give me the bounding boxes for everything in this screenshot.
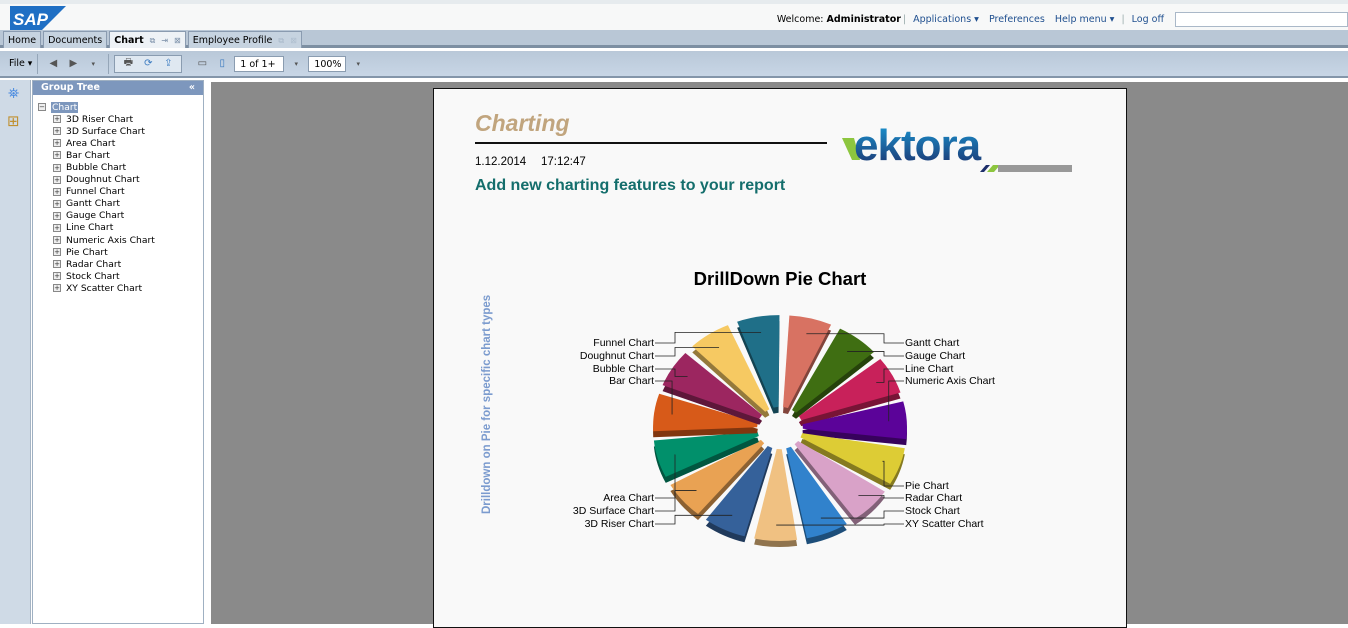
pie-slice-label[interactable]: Pie Chart (905, 480, 949, 492)
pie-slice-label[interactable]: Gantt Chart (905, 337, 959, 349)
pie-slice-label[interactable]: Area Chart (603, 492, 654, 504)
pie-slice-label[interactable]: 3D Riser Chart (585, 518, 654, 530)
pie-slice-label[interactable]: XY Scatter Chart (905, 518, 984, 530)
pie-slice-label[interactable]: Doughnut Chart (580, 350, 654, 362)
pie-slice-label[interactable]: Radar Chart (905, 492, 962, 504)
pie-slice-label[interactable]: Line Chart (905, 363, 953, 375)
pie-slice-label[interactable]: Stock Chart (905, 505, 960, 517)
pie-slice-label[interactable]: 3D Surface Chart (573, 505, 654, 517)
pie-slice-label[interactable]: Bar Chart (609, 375, 654, 387)
pie-slice-label[interactable]: Funnel Chart (593, 337, 654, 349)
pie-chart (653, 315, 907, 547)
pie-slice-label[interactable]: Gauge Chart (905, 350, 965, 362)
pie-slice-label[interactable]: Numeric Axis Chart (905, 375, 995, 387)
pie-slice-label[interactable]: Bubble Chart (593, 363, 654, 375)
